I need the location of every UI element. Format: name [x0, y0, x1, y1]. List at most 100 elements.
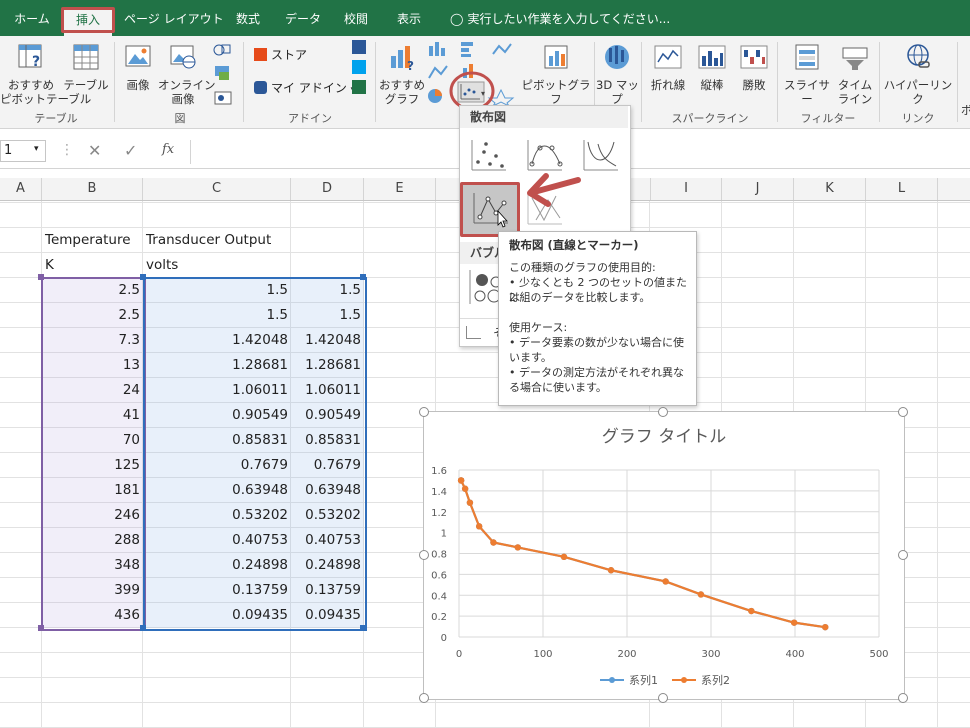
tab-insert-highlight [61, 7, 115, 33]
tooltip-purpose-title: この種類のグラフの使用目的: [509, 261, 656, 274]
data-point [748, 607, 755, 615]
timeline-icon [842, 47, 868, 70]
scatter-smooth-lines-icon[interactable] [578, 136, 622, 176]
3d-map-button[interactable]: 3D マッ プ [596, 42, 639, 106]
name-box[interactable]: 1 ▾ [0, 140, 46, 162]
hyperlink-button[interactable]: ハイパーリンク [881, 42, 955, 106]
tooltip-usage-line: る場合に使います。 [509, 381, 607, 394]
recommended-charts-button[interactable]: ? おすすめ グラフ [379, 42, 425, 106]
group-separator [375, 42, 376, 122]
chart-resize-handle[interactable] [898, 550, 908, 560]
recommended-pivot-button[interactable]: ? おすすめ ピボットテーブル [0, 42, 91, 106]
column-header-a[interactable]: A [0, 178, 42, 200]
cell-transducer-header[interactable]: Transducer Output [143, 228, 291, 253]
timeline-label: タイム ライン [837, 78, 873, 106]
online-picture-button[interactable]: オンライン 画像 [158, 42, 216, 106]
chart-resize-handle[interactable] [898, 693, 908, 703]
x-tick-label: 300 [701, 649, 720, 660]
column-header-i[interactable]: I [650, 178, 722, 200]
selection-handle[interactable] [360, 274, 366, 280]
sparkline-winloss-button[interactable]: 勝敗 [734, 42, 774, 92]
chart-title[interactable]: グラフ タイトル [602, 427, 726, 447]
column-header-b[interactable]: B [42, 178, 143, 200]
tab-formulas[interactable]: 数式 [228, 9, 268, 29]
y-tick-label: 1.6 [431, 466, 447, 477]
group-label-filters: フィルター [800, 112, 856, 125]
group-label-addins: アドイン [288, 112, 332, 125]
store-label: ストア [271, 48, 308, 62]
tooltip-usage-line: います。 [509, 351, 552, 364]
legend-label: 系列2 [701, 673, 730, 687]
x-tick-label: 500 [869, 649, 888, 660]
chart-resize-handle[interactable] [898, 407, 908, 417]
data-point [560, 553, 568, 561]
people-graph-icon [352, 80, 366, 94]
column-header-k[interactable]: K [794, 178, 866, 200]
column-header-e[interactable]: E [364, 178, 436, 200]
selection-handle[interactable] [38, 625, 44, 631]
cell-temperature-unit[interactable]: K [42, 253, 143, 278]
chart-resize-handle[interactable] [658, 693, 668, 703]
insert-function-icon[interactable]: fx [162, 142, 174, 157]
y-tick-label: 0.8 [431, 550, 447, 561]
tab-data[interactable]: データ [280, 9, 326, 29]
data-point [822, 623, 829, 631]
tell-me-box[interactable]: ◯ 実行したい作業を入力してください... [450, 9, 680, 29]
slicer-button[interactable]: スライサー [780, 42, 834, 106]
chart-resize-handle[interactable] [419, 407, 429, 417]
shapes-smartart-stack[interactable] [211, 42, 237, 112]
pivot-chart-label: ピボットグラフ [521, 78, 591, 106]
selection-handle[interactable] [140, 625, 146, 631]
selection-handle[interactable] [360, 625, 366, 631]
picture-button[interactable]: 画像 [120, 42, 156, 92]
chart-plot-svg: グラフ タイトル 0 0.2 0.4 0.6 0.8 1 1.2 1.4 1.6 0 100 200 3… [431, 427, 888, 687]
my-addins-button[interactable]: マイ アドイン ▾ [254, 79, 364, 99]
column-header-d[interactable]: D [291, 178, 364, 200]
column-header-j[interactable]: J [722, 178, 794, 200]
chart-resize-handle[interactable] [658, 407, 668, 417]
data-point [457, 477, 465, 484]
store-button[interactable]: ストア [254, 46, 354, 66]
picture-icon [125, 45, 151, 67]
data-point [607, 567, 615, 574]
y-tick-label: 1 [441, 529, 447, 540]
chart-resize-handle[interactable] [419, 693, 429, 703]
selection-handle[interactable] [140, 274, 146, 280]
tab-home[interactable]: ホーム [6, 9, 58, 29]
confirm-entry-icon[interactable]: ✓ [124, 141, 137, 160]
tooltip-usage-line: • データの測定方法がそれぞれ異な [509, 366, 684, 379]
tab-view[interactable]: 表示 [388, 9, 430, 29]
cell-transducer-unit[interactable]: volts [143, 253, 291, 278]
table-button[interactable]: テーブル [62, 42, 110, 92]
pivot-table-icon: ? [18, 44, 42, 70]
cancel-entry-icon[interactable]: ✕ [88, 141, 101, 160]
x-tick-label: 200 [617, 649, 636, 660]
recommended-charts-icon: ? [391, 46, 414, 73]
tab-page-layout[interactable]: ページ レイアウト [124, 9, 224, 29]
column-header-c[interactable]: C [143, 178, 291, 200]
tab-review[interactable]: 校閲 [336, 9, 376, 29]
timeline-button[interactable]: タイム ライン [834, 42, 876, 106]
group-separator [957, 42, 958, 122]
sparkline-column-button[interactable]: 縦棒 [692, 42, 732, 92]
sparkline-winloss-label: 勝敗 [742, 78, 766, 92]
addin-icons-stack[interactable] [352, 40, 370, 106]
pivot-chart-button[interactable]: ピボットグラフ [521, 42, 591, 106]
table-label: テーブル [63, 78, 109, 92]
hyperlink-label: ハイパーリンク [883, 78, 953, 106]
cell-temperature-header[interactable]: Temperature [42, 228, 143, 253]
column-header-l[interactable]: L [866, 178, 938, 200]
scatter-chart-object[interactable]: グラフ タイトル 0 0.2 0.4 0.6 0.8 1 1.2 1.4 1.6 0 100 200 3… [423, 411, 905, 700]
chart-resize-handle[interactable] [419, 550, 429, 560]
store-icon [254, 48, 267, 61]
y-tick-label: 0.2 [431, 612, 447, 623]
x-tick-label: 0 [456, 649, 462, 660]
sparkline-line-label: 折れ線 [650, 78, 686, 92]
sparkline-line-button[interactable]: 折れ線 [645, 42, 691, 92]
scatter-markers-only-icon[interactable] [466, 136, 510, 176]
scatter-option-highlight [460, 182, 520, 237]
selection-handle[interactable] [38, 274, 44, 280]
selection-border-b [41, 277, 146, 631]
sparkline-line-icon [654, 45, 682, 69]
tooltip-title: 散布図 (直線とマーカー) [509, 238, 639, 252]
